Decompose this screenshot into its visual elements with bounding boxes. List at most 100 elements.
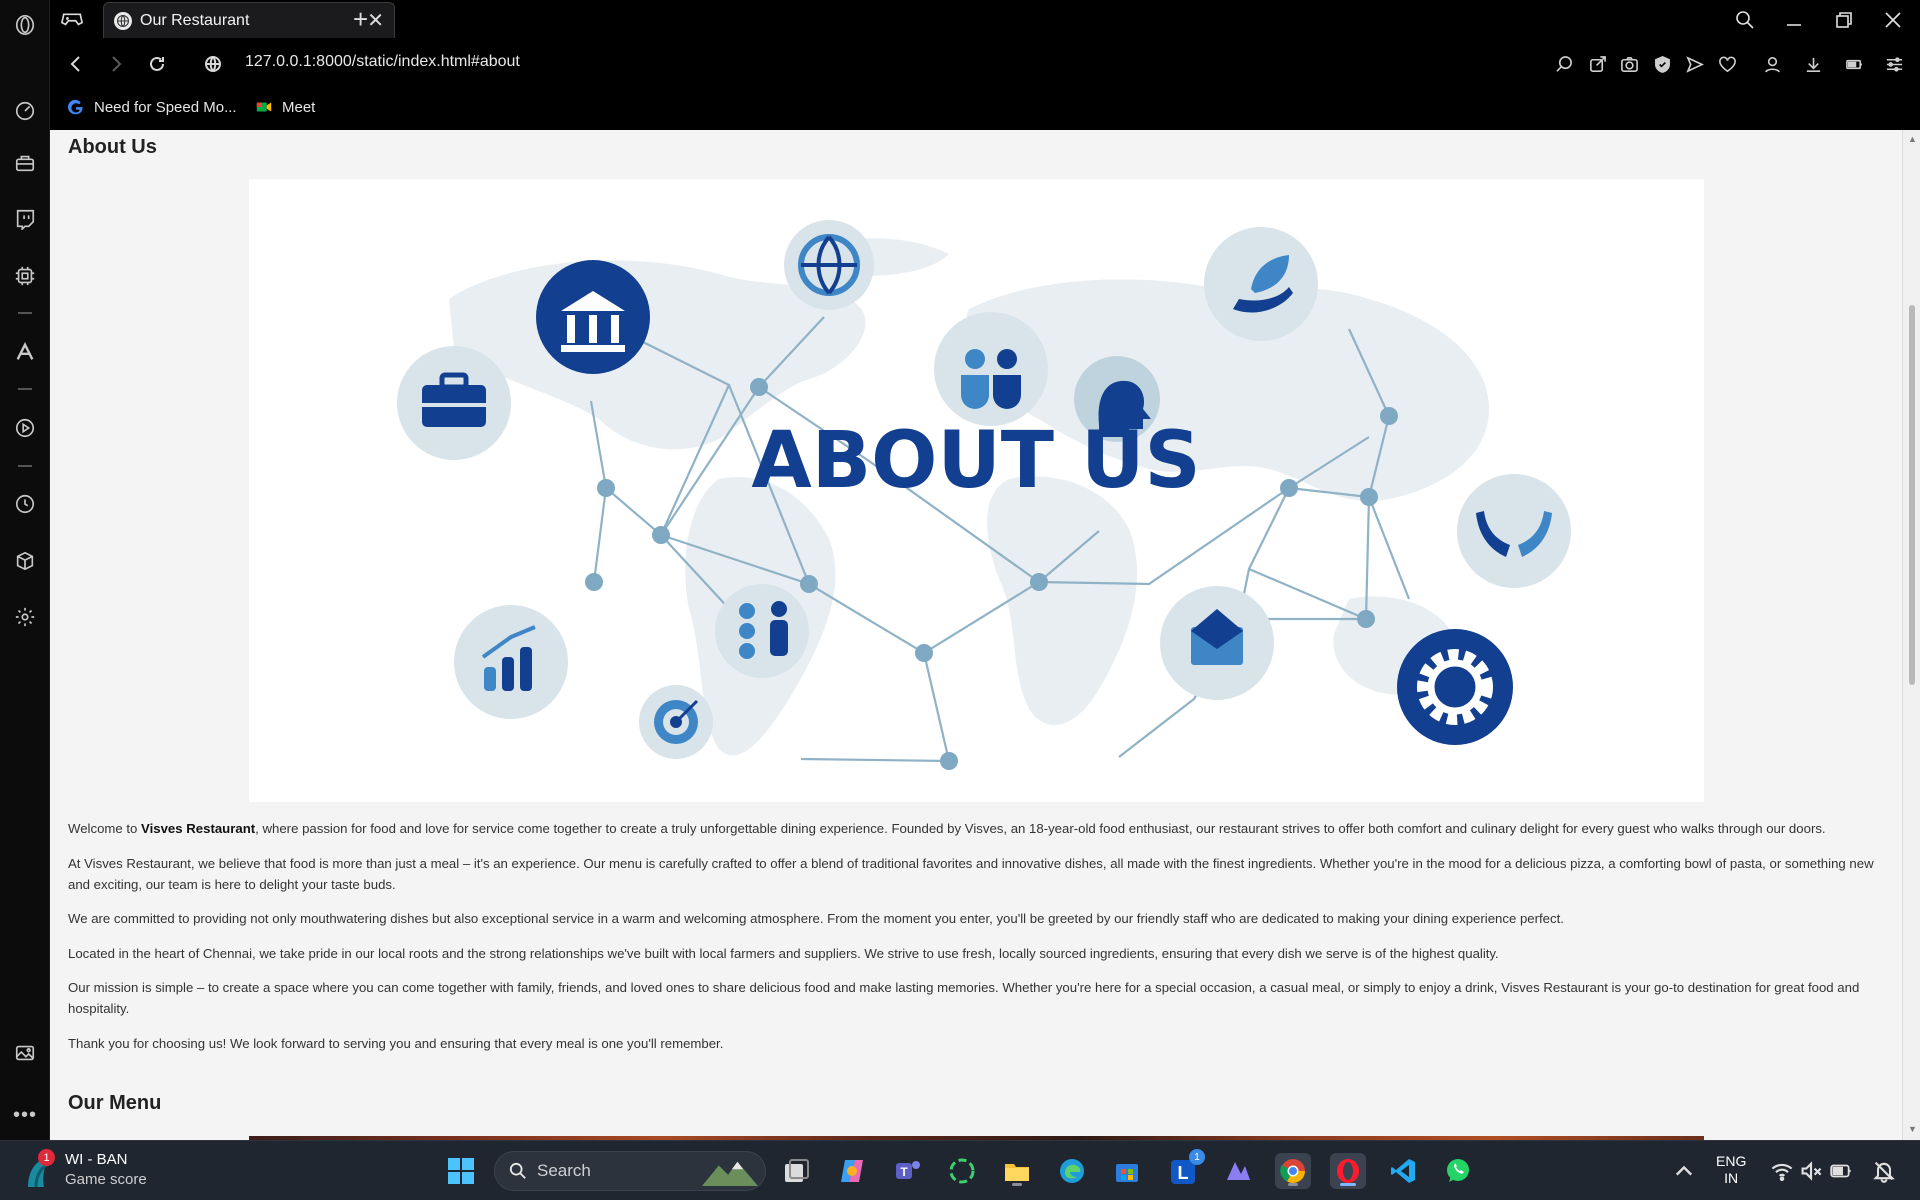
mountain-search-art-icon — [702, 1161, 758, 1186]
chart-circle-icon — [454, 605, 568, 719]
widget-title[interactable]: WI - BAN — [65, 1151, 128, 1168]
box-icon[interactable] — [12, 548, 38, 574]
heart-icon[interactable] — [1715, 52, 1739, 76]
about-heading: About Us — [68, 136, 157, 158]
search-page-icon[interactable] — [1552, 52, 1576, 76]
about-paragraph-1: Welcome to Visves Restaurant, where pass… — [68, 821, 1826, 836]
active-indicator — [1340, 1183, 1356, 1186]
app-icon[interactable] — [1220, 1153, 1256, 1189]
restore-icon[interactable] — [1831, 8, 1857, 32]
chevron-up-icon[interactable] — [1672, 1153, 1696, 1189]
wifi-icon[interactable] — [1770, 1153, 1794, 1189]
mail-circle-icon — [1160, 586, 1274, 700]
gallery-icon[interactable] — [12, 1040, 38, 1066]
hands-circle-icon — [1457, 474, 1571, 588]
camera-icon[interactable] — [1617, 52, 1641, 76]
running-indicator — [1288, 1183, 1298, 1186]
history-icon[interactable] — [12, 491, 38, 517]
scroll-up-icon[interactable]: ▲ — [1908, 134, 1917, 144]
page-content: About Us ABOUT US Welcome to Visves Rest… — [50, 130, 1902, 1140]
l-app-icon[interactable]: L 1 — [1165, 1149, 1205, 1189]
cricket-widget-icon[interactable]: 1 — [22, 1149, 58, 1191]
bookmark-label: Meet — [282, 98, 316, 116]
svg-text:L: L — [1178, 1163, 1189, 1183]
page-scrollbar[interactable]: ▲ ▼ — [1902, 130, 1920, 1140]
about-paragraph-6: Thank you for choosing us! We look forwa… — [68, 1035, 724, 1051]
teams-icon[interactable]: T — [889, 1153, 925, 1189]
task-view-icon[interactable] — [778, 1153, 814, 1189]
svg-text:T: T — [900, 1165, 908, 1179]
edge-icon[interactable] — [1054, 1153, 1090, 1189]
chrome-icon[interactable] — [1275, 1153, 1311, 1189]
team-circle-icon — [934, 312, 1048, 426]
opera-logo-icon[interactable] — [12, 12, 38, 38]
globe-favicon-icon — [114, 11, 132, 30]
url-field[interactable]: 127.0.0.1:8000/static/index.html#about — [245, 53, 520, 71]
scroll-down-icon[interactable]: ▼ — [1908, 1124, 1917, 1134]
windows-start-icon[interactable] — [443, 1153, 479, 1189]
speed-dial-icon[interactable] — [12, 98, 38, 124]
search-icon — [509, 1162, 526, 1179]
running-indicator — [1012, 1183, 1022, 1186]
sidebar-separator — [18, 312, 32, 314]
volume-muted-icon[interactable] — [1799, 1153, 1823, 1189]
send-icon[interactable] — [1682, 52, 1706, 76]
tab-our-restaurant[interactable]: Our Restaurant ✕ — [103, 2, 395, 38]
checklist-person-circle-icon — [715, 584, 809, 678]
vscode-icon[interactable] — [1385, 1153, 1421, 1189]
whatsapp-icon[interactable] — [1440, 1153, 1476, 1189]
tab-search-icon[interactable] — [1732, 8, 1758, 32]
google-icon — [66, 97, 86, 117]
tab-title: Our Restaurant — [140, 11, 250, 29]
address-bar: 127.0.0.1:8000/static/index.html#about — [50, 38, 1920, 90]
circle-app-icon[interactable] — [944, 1153, 980, 1189]
profile-icon[interactable] — [1760, 52, 1784, 76]
battery-icon[interactable] — [1829, 1153, 1853, 1189]
minimize-icon[interactable] — [1781, 8, 1807, 32]
menu-heading: Our Menu — [68, 1092, 162, 1114]
site-info-icon[interactable] — [200, 51, 226, 77]
notification-icon[interactable] — [1872, 1153, 1896, 1189]
scrollbar-thumb[interactable] — [1909, 305, 1915, 685]
about-description: Welcome to Visves Restaurant, where pass… — [68, 818, 1888, 1067]
copilot-icon[interactable] — [834, 1153, 870, 1189]
gx-controller-icon[interactable] — [60, 7, 86, 31]
bookmark-meet[interactable]: Meet — [254, 97, 315, 117]
reload-button[interactable] — [144, 51, 170, 77]
opera-sidebar: ••• — [0, 0, 50, 1140]
bookmark-need-for-speed[interactable]: Need for Speed Mo... — [66, 97, 237, 117]
aria-icon[interactable] — [12, 339, 38, 365]
about-paragraph-5: Our mission is simple – to create a spac… — [68, 980, 1860, 1016]
about-paragraph-4: Located in the heart of Chennai, we take… — [68, 945, 1499, 961]
close-window-icon[interactable] — [1880, 8, 1906, 32]
forward-button[interactable] — [103, 51, 129, 77]
target-circle-icon — [639, 685, 713, 759]
download-icon[interactable] — [1801, 52, 1825, 76]
tab-close-icon[interactable]: ✕ — [367, 11, 384, 31]
briefcase-circle-icon — [397, 346, 511, 460]
twitch-icon[interactable] — [12, 206, 38, 232]
briefcase-icon[interactable] — [12, 150, 38, 176]
taskbar-search[interactable]: Search — [494, 1151, 766, 1191]
player-icon[interactable] — [12, 415, 38, 441]
back-button[interactable] — [63, 51, 89, 77]
settings-icon[interactable] — [12, 604, 38, 630]
new-tab-button[interactable]: + — [353, 6, 368, 32]
share-icon[interactable] — [1585, 52, 1609, 76]
opera-icon[interactable] — [1330, 1153, 1366, 1189]
gear-circle-icon — [1397, 629, 1513, 745]
extensions-chip-icon[interactable] — [12, 263, 38, 289]
meet-icon — [254, 97, 274, 117]
widget-badge: 1 — [38, 1149, 55, 1166]
store-icon[interactable] — [1109, 1153, 1145, 1189]
hand-leaf-circle-icon — [1204, 227, 1318, 341]
language-line2: IN — [1724, 1170, 1739, 1186]
language-indicator[interactable]: ENG IN — [1716, 1153, 1746, 1187]
battery-saver-icon[interactable] — [1842, 52, 1866, 76]
file-explorer-icon[interactable] — [999, 1153, 1035, 1189]
shield-icon[interactable] — [1650, 52, 1674, 76]
bookmarks-bar: Need for Speed Mo... Meet — [50, 90, 1920, 130]
widget-subtitle[interactable]: Game score — [65, 1171, 147, 1188]
more-icon[interactable]: ••• — [12, 1102, 38, 1128]
easy-setup-icon[interactable] — [1882, 52, 1906, 76]
